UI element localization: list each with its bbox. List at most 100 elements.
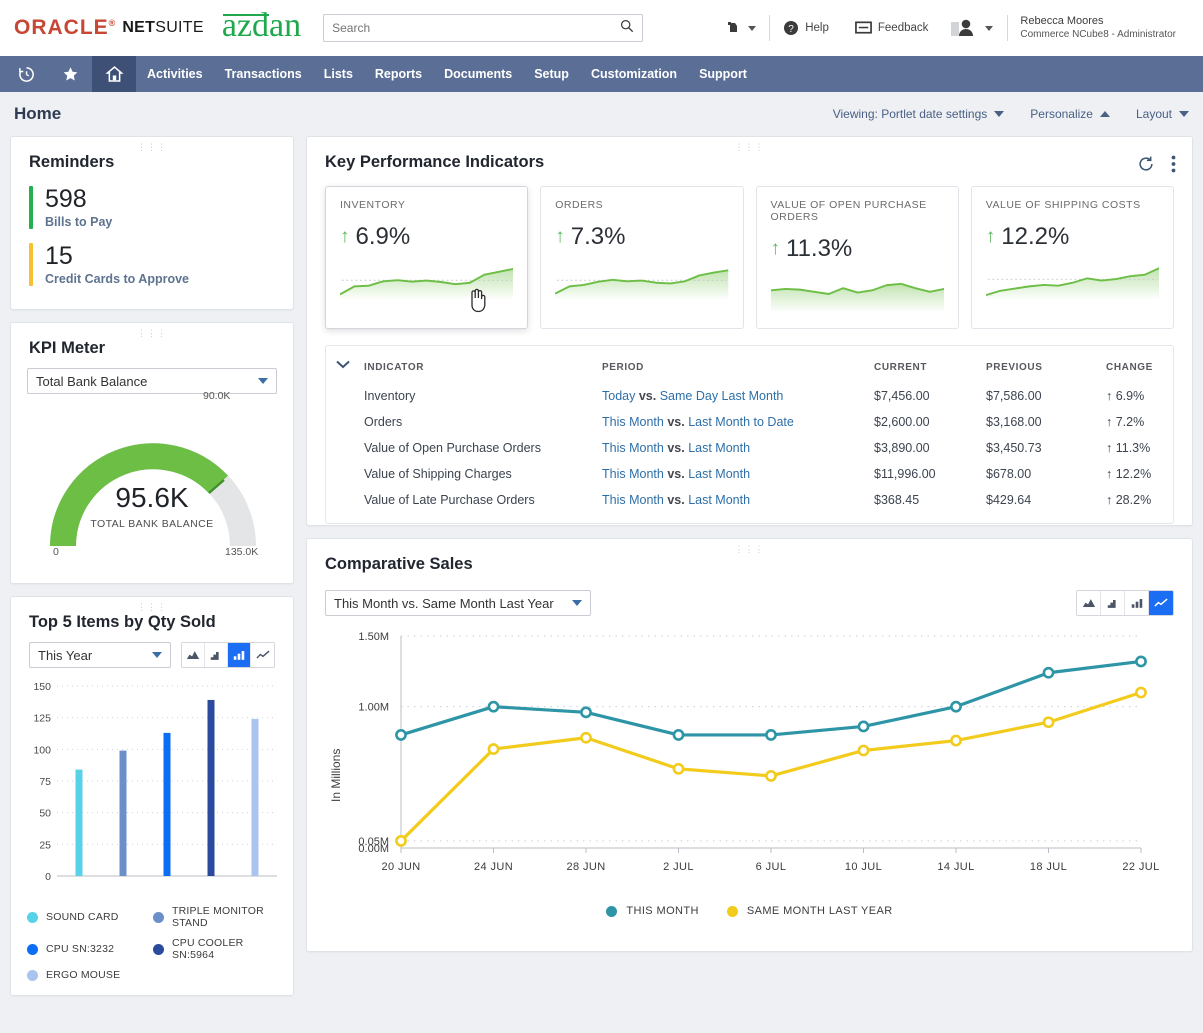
- nav-item-support[interactable]: Support: [688, 56, 758, 92]
- legend-item[interactable]: SAME MONTH LAST YEAR: [727, 905, 893, 917]
- nav-label: Reports: [375, 67, 422, 81]
- divider: [1007, 15, 1008, 41]
- kpi-meter-select[interactable]: Total Bank Balance: [27, 368, 277, 394]
- user-role: Commerce NCube8 - Administrator: [1020, 28, 1176, 42]
- user-menu[interactable]: Rebecca Moores Commerce NCube8 - Adminis…: [941, 14, 1189, 42]
- personalize-button[interactable]: Personalize: [1030, 107, 1110, 121]
- svg-text:75: 75: [39, 776, 51, 788]
- svg-text:?: ?: [788, 24, 794, 35]
- period-link-a[interactable]: This Month: [602, 467, 664, 481]
- collapse-icon[interactable]: [336, 360, 350, 372]
- nav-item-setup[interactable]: Setup: [523, 56, 580, 92]
- period-vs: vs.: [667, 467, 684, 481]
- top-items-period-select[interactable]: This Year: [29, 642, 171, 668]
- comparative-sales-period-select[interactable]: This Month vs. Same Month Last Year: [325, 590, 591, 616]
- cell-indicator[interactable]: Inventory: [326, 383, 596, 409]
- drag-handle[interactable]: ⋮⋮⋮: [137, 602, 167, 613]
- reminder-label[interactable]: Credit Cards to Approve: [45, 272, 189, 286]
- table-row[interactable]: Value of Late Purchase Orders This Month…: [326, 487, 1173, 513]
- quick-add-button[interactable]: [713, 20, 769, 36]
- nav-label: Customization: [591, 67, 677, 81]
- nav-item-lists[interactable]: Lists: [313, 56, 364, 92]
- cell-change: ↑ 11.3%: [1100, 435, 1173, 461]
- top-items-chart-type-group: [181, 642, 275, 668]
- drag-handle[interactable]: ⋮⋮⋮: [137, 328, 167, 339]
- recent-records-button[interactable]: [4, 56, 48, 92]
- kpi-card-orders[interactable]: ORDERS ↑ 7.3%: [540, 186, 743, 329]
- drag-handle[interactable]: ⋮⋮⋮: [137, 142, 167, 153]
- cell-indicator[interactable]: Value of Shipping Charges: [326, 461, 596, 487]
- nav-item-transactions[interactable]: Transactions: [214, 56, 313, 92]
- cell-indicator[interactable]: Value of Late Purchase Orders: [326, 487, 596, 513]
- nav-item-documents[interactable]: Documents: [433, 56, 523, 92]
- period-link-b[interactable]: Last Month: [688, 441, 750, 455]
- cell-indicator[interactable]: Orders: [326, 409, 596, 435]
- top-items-legend: SOUND CARD TRIPLE MONITOR STAND CPU SN:3…: [11, 895, 293, 997]
- col-header-label: PERIOD: [602, 362, 644, 373]
- reminder-item[interactable]: 598 Bills to Pay: [29, 186, 275, 229]
- legend-item: TRIPLE MONITOR STAND: [153, 905, 277, 929]
- nav-item-customization[interactable]: Customization: [580, 56, 688, 92]
- home-button[interactable]: [92, 56, 136, 92]
- reminder-label[interactable]: Bills to Pay: [45, 215, 112, 229]
- line-chart-icon[interactable]: [1149, 591, 1173, 615]
- more-options-icon[interactable]: [1171, 155, 1176, 178]
- reminder-item[interactable]: 15 Credit Cards to Approve: [29, 243, 275, 286]
- kpi-card-shipping-costs[interactable]: VALUE OF SHIPPING COSTS ↑ 12.2%: [971, 186, 1174, 329]
- area-chart-icon[interactable]: [182, 643, 205, 667]
- col-current: CURRENT: [868, 354, 980, 383]
- refresh-icon[interactable]: [1137, 155, 1155, 178]
- viewing-dropdown[interactable]: Viewing: Portlet date settings: [833, 107, 1005, 121]
- period-link-b[interactable]: Last Month: [688, 467, 750, 481]
- nav-item-reports[interactable]: Reports: [364, 56, 433, 92]
- legend-item[interactable]: THIS MONTH: [606, 905, 698, 917]
- step-chart-icon[interactable]: [1101, 591, 1125, 615]
- col-header-label: INDICATOR: [364, 362, 424, 373]
- period-link-a[interactable]: This Month: [602, 441, 664, 455]
- bar-chart-icon[interactable]: [1125, 591, 1149, 615]
- search-input[interactable]: [332, 21, 620, 35]
- period-link-a[interactable]: This Month: [602, 493, 664, 507]
- table-header-row: INDICATOR PERIOD CURRENT PREVIOUS CHANGE: [326, 354, 1173, 383]
- gauge-value-block: 95.6K TOTAL BANK BALANCE: [11, 482, 293, 530]
- cell-current: $3,890.00: [868, 435, 980, 461]
- kpi-card-open-purchase-orders[interactable]: VALUE OF OPEN PURCHASE ORDERS ↑ 11.3%: [756, 186, 959, 329]
- kpi-card-value-row: ↑ 6.9%: [340, 223, 513, 251]
- chevron-down-icon: [572, 600, 582, 606]
- step-chart-icon[interactable]: [205, 643, 228, 667]
- table-row[interactable]: Value of Open Purchase Orders This Month…: [326, 435, 1173, 461]
- period-link-b[interactable]: Same Day Last Month: [660, 389, 784, 403]
- drag-handle[interactable]: ⋮⋮⋮: [735, 544, 765, 555]
- nav-item-activities[interactable]: Activities: [136, 56, 214, 92]
- table-row[interactable]: Orders This Month vs. Last Month to Date…: [326, 409, 1173, 435]
- drag-handle[interactable]: ⋮⋮⋮: [735, 142, 765, 153]
- layout-button[interactable]: Layout: [1136, 107, 1189, 121]
- svg-text:18 JUL: 18 JUL: [1030, 861, 1067, 873]
- feedback-button[interactable]: Feedback: [842, 21, 942, 35]
- period-link-b[interactable]: Last Month: [688, 493, 750, 507]
- feedback-label: Feedback: [878, 22, 929, 34]
- table-row[interactable]: Inventory Today vs. Same Day Last Month …: [326, 383, 1173, 409]
- oracle-logo[interactable]: ORACLE®: [14, 16, 116, 40]
- table-row[interactable]: Value of Shipping Charges This Month vs.…: [326, 461, 1173, 487]
- period-link-a[interactable]: Today: [602, 389, 635, 403]
- cell-change: ↑ 6.9%: [1100, 383, 1173, 409]
- reminder-accent-bar: [29, 243, 33, 286]
- tenant-logo[interactable]: azdan: [222, 9, 301, 43]
- svg-text:20 JUN: 20 JUN: [381, 861, 420, 873]
- col-header-label: PREVIOUS: [986, 362, 1042, 373]
- cell-indicator[interactable]: Value of Open Purchase Orders: [326, 435, 596, 461]
- line-chart-icon[interactable]: [251, 643, 274, 667]
- global-search[interactable]: [323, 14, 643, 42]
- period-link-a[interactable]: This Month: [602, 415, 664, 429]
- area-chart-icon[interactable]: [1077, 591, 1101, 615]
- netsuite-logo[interactable]: NETSUITE: [122, 19, 204, 37]
- bar-chart-icon[interactable]: [228, 643, 251, 667]
- search-icon[interactable]: [620, 19, 634, 38]
- kpi-card-inventory[interactable]: INVENTORY ↑ 6.9%: [325, 186, 528, 329]
- history-icon: [18, 66, 35, 83]
- period-link-b[interactable]: Last Month to Date: [688, 415, 794, 429]
- kpi-sparkline-2: [771, 271, 944, 318]
- help-button[interactable]: ? Help: [770, 20, 842, 36]
- shortcuts-button[interactable]: [48, 56, 92, 92]
